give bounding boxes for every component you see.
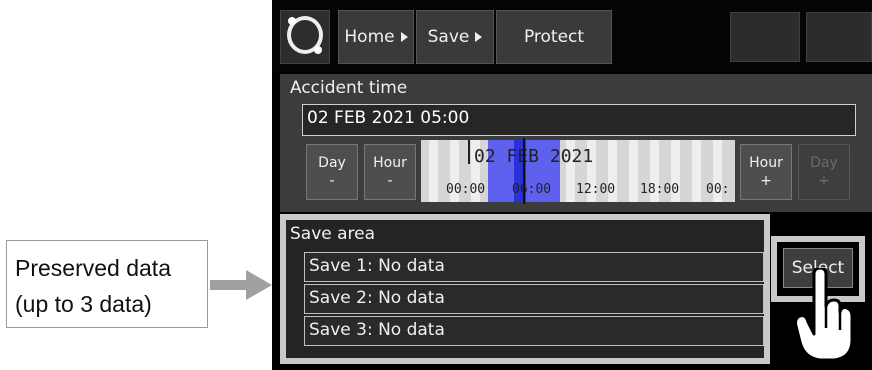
hour-plus-sign: + — [760, 173, 772, 189]
timeline-tick-label: 12:00 — [576, 182, 616, 197]
toolbar-button-2[interactable] — [806, 12, 872, 62]
chevron-right-icon — [400, 32, 408, 42]
toolbar-button-1[interactable] — [730, 12, 800, 62]
nav-protect-button[interactable]: Protect — [496, 10, 612, 64]
timeline-tick-label: 06:00 — [512, 182, 552, 197]
logo-dot-bottom — [314, 46, 322, 54]
logo-dot-top — [288, 17, 296, 25]
accident-time-label: Accident time — [290, 78, 408, 98]
hour-minus-label: Hour — [373, 155, 407, 171]
save-area-title: Save area — [290, 224, 376, 244]
chevron-right-icon — [475, 32, 483, 42]
timeline-tick-label: 00: — [706, 182, 730, 197]
nav-save-button[interactable]: Save — [416, 10, 494, 64]
hour-plus-button[interactable]: Hour + — [740, 144, 792, 200]
timeline-tick-label: 18:00 — [640, 182, 680, 197]
nav-protect-label: Protect — [523, 27, 585, 47]
accident-time-value: 02 FEB 2021 05:00 — [307, 108, 470, 128]
save-slot-3[interactable]: Save 3: No data — [304, 316, 764, 346]
save-slot-3-label: Save 3: No data — [309, 320, 445, 340]
callout-line-1: Preserved data — [15, 255, 171, 281]
hour-minus-sign: - — [387, 173, 393, 189]
save-slot-1-label: Save 1: No data — [309, 256, 445, 276]
save-slot-2-label: Save 2: No data — [309, 288, 445, 308]
hand-pointer-icon — [794, 268, 854, 362]
day-plus-sign: + — [818, 173, 830, 189]
hour-minus-button[interactable]: Hour - — [364, 144, 416, 200]
timeline-day-tick — [468, 140, 470, 164]
accident-time-field[interactable]: 02 FEB 2021 05:00 — [302, 104, 856, 136]
timeline-tick-label: 00:00 — [446, 182, 486, 197]
nav-save-label: Save — [427, 27, 470, 47]
save-slot-1[interactable]: Save 1: No data — [304, 252, 764, 282]
nav-home-button[interactable]: Home — [338, 10, 414, 64]
nav-home-label: Home — [344, 27, 395, 47]
save-slot-2[interactable]: Save 2: No data — [304, 284, 764, 314]
timeline-stripe — [429, 140, 438, 202]
callout-line-2: (up to 3 data) — [15, 291, 152, 317]
day-minus-sign: - — [329, 173, 335, 189]
timeline-stripe — [629, 140, 638, 202]
timeline-stripe — [692, 140, 701, 202]
day-plus-button[interactable]: Day + — [798, 144, 850, 200]
callout-arrow-icon — [246, 270, 272, 300]
day-plus-label: Day — [810, 155, 838, 171]
day-minus-button[interactable]: Day - — [306, 144, 358, 200]
preserved-data-callout: Preserved data (up to 3 data) — [6, 240, 208, 328]
callout-arrow-shaft — [210, 280, 248, 290]
day-minus-label: Day — [318, 155, 346, 171]
hour-plus-label: Hour — [749, 155, 783, 171]
timeline-date: 02 FEB 2021 — [474, 146, 594, 167]
